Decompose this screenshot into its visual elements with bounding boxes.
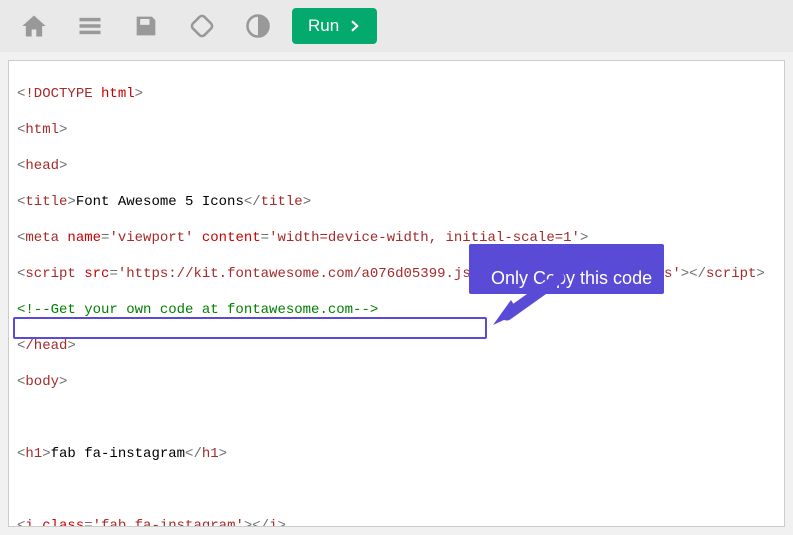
- theme-icon[interactable]: [230, 0, 286, 52]
- chevron-right-icon: [349, 20, 361, 32]
- code-line: <!DOCTYPE html>: [17, 85, 776, 103]
- code-line: <head>: [17, 157, 776, 175]
- code-line: [17, 481, 776, 499]
- code-line: <html>: [17, 121, 776, 139]
- rotate-icon[interactable]: [174, 0, 230, 52]
- menu-icon[interactable]: [62, 0, 118, 52]
- annotation-callout: Only Copy this code: [469, 244, 664, 294]
- code-line: [17, 409, 776, 427]
- callout-label: Only Copy this code: [491, 268, 652, 288]
- toolbar: Run: [0, 0, 793, 52]
- code-editor[interactable]: <!DOCTYPE html> <html> <head> <title>Fon…: [8, 60, 785, 527]
- run-button[interactable]: Run: [292, 8, 377, 44]
- code-line: <body>: [17, 373, 776, 391]
- home-icon[interactable]: [6, 0, 62, 52]
- code-line: <i class='fab fa-instagram'></i>: [17, 517, 776, 527]
- code-line: </head>: [17, 337, 776, 355]
- code-line: <h1>fab fa-instagram</h1>: [17, 445, 776, 463]
- code-line: <title>Font Awesome 5 Icons</title>: [17, 193, 776, 211]
- editor-container: <!DOCTYPE html> <html> <head> <title>Fon…: [0, 52, 793, 535]
- code-line: <!--Get your own code at fontawesome.com…: [17, 301, 776, 319]
- save-icon[interactable]: [118, 0, 174, 52]
- run-button-label: Run: [308, 16, 339, 36]
- highlight-box: [13, 317, 487, 339]
